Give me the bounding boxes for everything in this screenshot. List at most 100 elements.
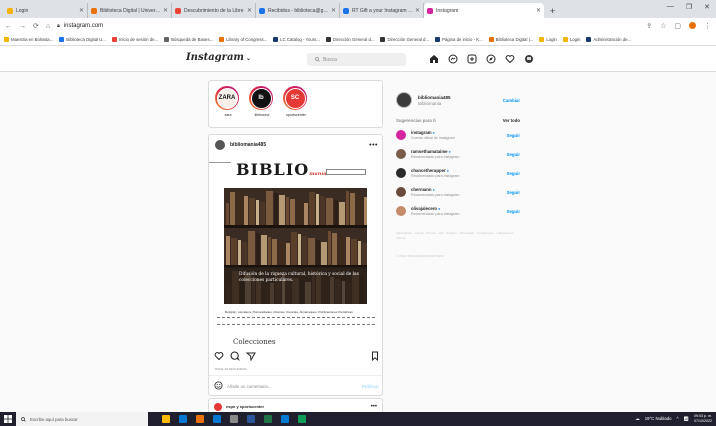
tab-close-icon[interactable]: ✕	[247, 7, 252, 14]
emoji-icon[interactable]	[214, 377, 223, 395]
forward-icon[interactable]: →	[19, 23, 26, 30]
browser-tab[interactable]: Instagram ✕	[424, 3, 544, 18]
save-bookmark-icon[interactable]	[369, 351, 380, 362]
suggestion-username-row[interactable]: olivajalecero ●	[411, 206, 507, 211]
home-icon[interactable]: ⌂	[46, 23, 50, 30]
post-image[interactable]: BIBLIOmanía Difusión de la riqueza cultu…	[209, 155, 382, 347]
browser-tab[interactable]: Login ✕	[4, 3, 88, 18]
windows-start-icon[interactable]	[0, 412, 16, 426]
browser-tab[interactable]: Biblioteca Digital | Universidad d✕	[88, 3, 172, 18]
bookmark-item[interactable]: Inicio de sesión de...	[111, 37, 158, 42]
tray-chevron-icon[interactable]: ^	[677, 416, 679, 421]
suggestion-username-row[interactable]: instagram ●	[411, 130, 507, 135]
bookmark-item[interactable]: Dirección General d...	[380, 37, 429, 42]
suggestion-avatar[interactable]	[396, 187, 406, 197]
next-post-avatar[interactable]	[214, 402, 222, 411]
bookmark-item[interactable]: Maestria en Bolsista...	[4, 37, 53, 42]
comment-input[interactable]: Añade un comentario...	[227, 384, 358, 389]
sidebar-username[interactable]: bibliomania485	[418, 95, 503, 100]
profile-avatar[interactable]	[689, 22, 696, 29]
taskbar-app-icon[interactable]	[196, 415, 204, 423]
search-input[interactable]: Busca	[307, 53, 406, 66]
instagram-logo[interactable]: Instagram ⌄	[186, 52, 251, 63]
explore-icon[interactable]	[485, 53, 496, 64]
suggestion-username-row[interactable]: chancetherapper ●	[411, 168, 507, 173]
see-all-button[interactable]: Ver todo	[503, 118, 520, 123]
taskbar-app-icon[interactable]	[162, 415, 170, 423]
new-tab-button[interactable]: +	[544, 6, 561, 18]
suggestion-avatar[interactable]	[396, 130, 406, 140]
post-username[interactable]: bibliomania485	[230, 142, 369, 148]
follow-button[interactable]: Seguir	[507, 171, 520, 176]
heart-icon[interactable]	[504, 53, 515, 64]
follow-button[interactable]: Seguir	[507, 133, 520, 138]
taskbar-app-icon[interactable]	[247, 415, 255, 423]
bookmark-item[interactable]: Library of Congress...	[219, 37, 267, 42]
taskbar-app-icon[interactable]	[179, 415, 187, 423]
weather-text[interactable]: 19°C Nublado	[645, 416, 672, 421]
browser-tab[interactable]: RT Gift a your Instagram cuve ✕	[340, 3, 424, 18]
close-window-button[interactable]: ✕	[704, 3, 710, 11]
bookmark-item[interactable]: Login	[539, 37, 557, 42]
follow-button[interactable]: Seguir	[507, 152, 520, 157]
tab-close-icon[interactable]: ✕	[163, 7, 168, 14]
taskbar-app-icon[interactable]	[213, 415, 221, 423]
suggestion-avatar[interactable]	[396, 168, 406, 178]
minimize-button[interactable]: —	[667, 3, 674, 11]
home-icon[interactable]	[428, 53, 439, 64]
taskbar-search-input[interactable]: Escribe aquí para buscar	[16, 412, 148, 426]
footer-links[interactable]: Información · Ayuda · Prensa · API · Emp…	[396, 231, 520, 241]
story-item[interactable]: lb librbound	[249, 86, 275, 117]
follow-button[interactable]: Seguir	[507, 190, 520, 195]
suggestion-avatar[interactable]	[396, 206, 406, 216]
bookmark-star-icon[interactable]: ☆	[660, 22, 666, 30]
bookmark-item[interactable]: Página de inicio - K...	[435, 37, 483, 42]
bookmark-item[interactable]: LC Catalog - Yours...	[273, 37, 320, 42]
bookmark-item[interactable]: Biblioteca Digital U...	[59, 37, 106, 42]
like-heart-icon[interactable]	[213, 351, 224, 362]
more-options-icon[interactable]: •••	[371, 404, 377, 410]
network-icon[interactable]: 📶︎	[684, 416, 689, 422]
profile-icon[interactable]	[523, 53, 534, 64]
bookmark-item[interactable]: Login	[562, 37, 580, 42]
taskbar-app-icon[interactable]	[264, 415, 272, 423]
next-post-username[interactable]: espn y sportscenter	[226, 404, 371, 409]
url-field[interactable]: 🔒︎ instagram.com	[57, 23, 639, 29]
reload-icon[interactable]: ⟳	[33, 22, 39, 30]
tab-close-icon[interactable]: ✕	[331, 7, 336, 14]
chevron-down-icon[interactable]: ⌄	[246, 55, 251, 62]
tab-close-icon[interactable]: ✕	[415, 7, 420, 14]
publish-button[interactable]: Publicar	[362, 384, 379, 389]
weather-icon[interactable]: ☁	[635, 416, 639, 422]
taskbar-app-icon[interactable]	[281, 415, 289, 423]
post-avatar[interactable]	[215, 140, 225, 150]
tab-close-icon[interactable]: ✕	[79, 7, 84, 14]
menu-dots-icon[interactable]: ⋮	[704, 22, 711, 30]
browser-tab[interactable]: Descubrimiento de la Libre ✕	[172, 3, 256, 18]
back-icon[interactable]: ←	[5, 23, 12, 30]
comment-icon[interactable]	[229, 351, 240, 362]
suggestion-username-row[interactable]: chermann ●	[411, 187, 507, 192]
bookmark-item[interactable]: Biblioteca Digital |...	[488, 37, 533, 42]
tab-close-icon[interactable]: ✕	[536, 7, 541, 14]
share-icon[interactable]	[245, 351, 256, 362]
bookmark-item[interactable]: Administración de...	[586, 37, 631, 42]
messenger-icon[interactable]	[447, 53, 458, 64]
taskbar-app-icon[interactable]	[230, 415, 238, 423]
share-icon[interactable]: ⇪	[646, 22, 652, 30]
suggestion-username-row[interactable]: ramsethamataime ●	[411, 149, 507, 154]
story-item[interactable]: SC sportscenter	[283, 86, 309, 117]
bookmark-item[interactable]: Búsqueda de Bases...	[164, 37, 213, 42]
extensions-icon[interactable]: ▢	[674, 22, 681, 30]
maximize-button[interactable]: ❐	[686, 3, 692, 11]
browser-tab[interactable]: Recibidos - biblioteca@gmail.com✕	[256, 3, 340, 18]
taskbar-app-icon[interactable]	[298, 415, 306, 423]
new-post-icon[interactable]	[466, 53, 477, 64]
follow-button[interactable]: Seguir	[507, 209, 520, 214]
suggestion-avatar[interactable]	[396, 149, 406, 159]
more-options-icon[interactable]: •••	[369, 142, 378, 149]
sidebar-avatar[interactable]	[396, 92, 412, 108]
bookmark-item[interactable]: Dirección General d...	[325, 37, 374, 42]
switch-account-button[interactable]: Cambiar	[503, 98, 520, 103]
story-item[interactable]: ZARA zara	[215, 86, 241, 117]
